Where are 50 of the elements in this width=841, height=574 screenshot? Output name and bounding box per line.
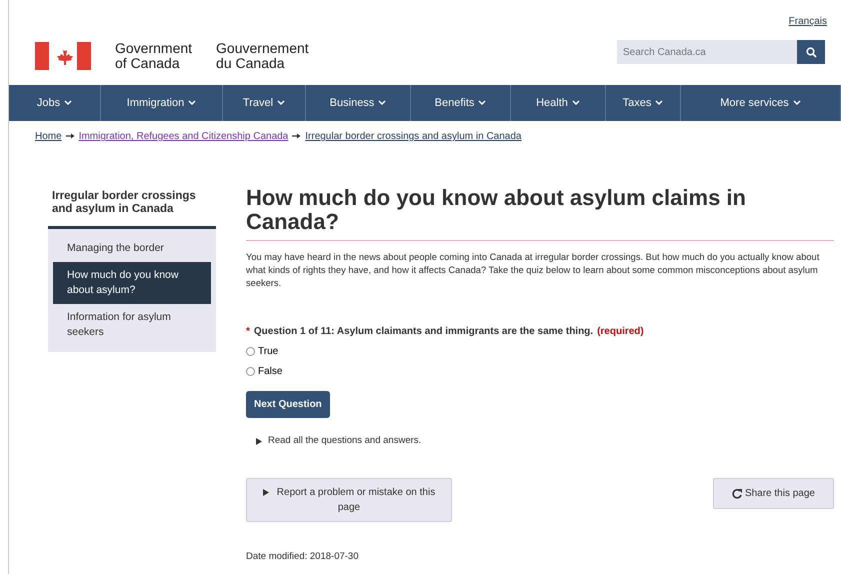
sidebar-item[interactable]: How much do you know about asylum? bbox=[53, 262, 211, 304]
page-title: How much do you know about asylum claims in Canada? bbox=[246, 186, 834, 241]
breadcrumb-link[interactable]: Immigration, Refugees and Citizenship Canada bbox=[78, 131, 288, 142]
nav-menu-item[interactable]: Taxes bbox=[606, 85, 681, 121]
report-problem-button[interactable]: Report a problem or mistake on this page bbox=[246, 478, 452, 522]
question-text: Question 1 of 11: Asylum claimants and immigrants are the same thing. bbox=[254, 326, 594, 337]
triangle-icon bbox=[262, 489, 269, 496]
nav-menu-item[interactable]: Health bbox=[511, 85, 606, 121]
nav-menu-item[interactable]: Jobs bbox=[9, 85, 101, 121]
radio-option[interactable]: False bbox=[246, 364, 282, 379]
chevron-icon bbox=[188, 100, 196, 106]
chevron-icon bbox=[64, 100, 72, 106]
intro-paragraph: You may have heard in the news about people coming into Canada at irregular border crossings. But how much do you actually know about what kinds of rights they have, and how it affects Canada? Take the quiz below to learn about some common misconceptions about asylum seekers. bbox=[246, 251, 820, 290]
date-modified: Date modified: 2018-07-30 bbox=[246, 550, 360, 564]
nav-menu-item[interactable]: Immigration bbox=[101, 85, 223, 121]
sidebar-item[interactable]: Information for asylum seekers bbox=[53, 304, 211, 346]
search-icon bbox=[806, 46, 816, 58]
wordmark-text: Government of Canada bbox=[115, 41, 192, 71]
sidebar-item[interactable]: Managing the border bbox=[53, 235, 211, 262]
nav-menu-item[interactable]: More services bbox=[681, 85, 841, 121]
flag-icon bbox=[35, 42, 91, 70]
arrow-icon bbox=[292, 133, 302, 140]
nav-menu-item[interactable]: Benefits bbox=[411, 85, 511, 121]
radio-option[interactable]: True bbox=[246, 344, 278, 359]
option-label: False bbox=[258, 365, 282, 379]
search-button[interactable] bbox=[797, 40, 825, 64]
radio-button[interactable] bbox=[246, 347, 255, 356]
breadcrumb-link[interactable]: Home bbox=[35, 131, 62, 142]
wordmark-text: Gouvernement du Canada bbox=[216, 41, 309, 71]
nav-menu-item[interactable]: Business bbox=[306, 85, 411, 121]
chevron-icon bbox=[572, 100, 580, 106]
details-toggle[interactable]: Read all the questions and answers. bbox=[256, 434, 422, 448]
required-label: (required) bbox=[597, 326, 644, 337]
chevron-icon bbox=[655, 100, 664, 106]
breadcrumb-link[interactable]: Irregular border crossings and asylum in Canada bbox=[305, 131, 522, 142]
option-label: True bbox=[258, 345, 278, 359]
language-link[interactable]: Français bbox=[788, 16, 827, 27]
chevron-icon bbox=[792, 100, 801, 106]
search-field[interactable]: Search Canada.ca bbox=[617, 40, 797, 64]
triangle-icon bbox=[256, 438, 262, 445]
chevron-icon bbox=[378, 100, 386, 106]
share-button[interactable]: Share this page bbox=[712, 478, 834, 510]
required-marker: * bbox=[246, 326, 250, 337]
next-button[interactable]: Next Question bbox=[246, 391, 330, 418]
nav-menu-item[interactable]: Travel bbox=[223, 85, 306, 121]
share-icon bbox=[732, 488, 742, 499]
arrow-icon bbox=[66, 133, 75, 140]
radio-button[interactable] bbox=[246, 367, 255, 376]
chevron-icon bbox=[277, 100, 286, 106]
chevron-icon bbox=[478, 100, 486, 106]
